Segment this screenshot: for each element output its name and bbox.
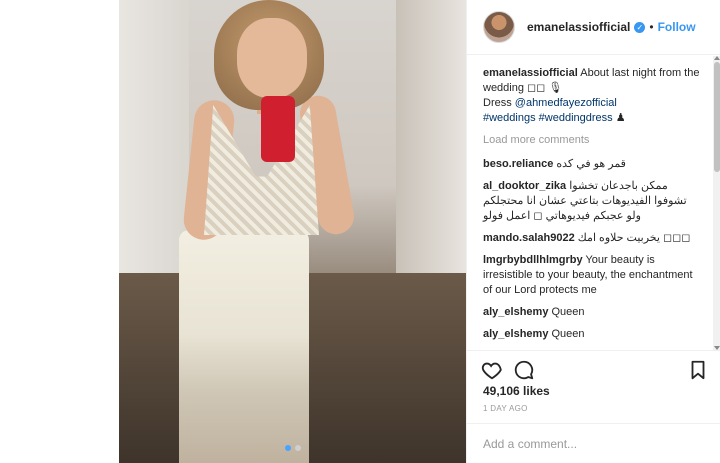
comments-list[interactable]: emanelassiofficial About last night from… <box>467 56 713 350</box>
scroll-up-arrow-icon[interactable] <box>714 56 720 60</box>
scrollbar-thumb[interactable] <box>714 62 720 172</box>
avatar[interactable] <box>483 11 515 43</box>
comment-text: Queen <box>551 306 585 318</box>
caption: emanelassiofficial About last night from… <box>483 66 703 126</box>
post-timestamp[interactable]: 1 DAY AGO <box>483 404 528 413</box>
add-comment-input[interactable] <box>483 437 703 451</box>
photo-phone <box>261 96 295 162</box>
comments-scrollbar[interactable] <box>713 56 720 350</box>
comment-text: يخربيت حلاوه امك ◻◻◻ <box>577 232 691 244</box>
comment-row: al_dooktor_zika ممكن باجدعان تخشوا تشوفو… <box>483 179 703 224</box>
comment-row: aly_elshemy Queen <box>483 305 703 320</box>
header-username[interactable]: emanelassiofficial <box>527 20 630 34</box>
comment-username[interactable]: aly_elshemy <box>483 306 548 318</box>
verified-badge-icon: ✓ <box>634 21 646 33</box>
comment-text: قمر هو في كده <box>556 158 626 170</box>
caption-dress-prefix: Dress <box>483 97 515 109</box>
add-comment-bar <box>467 423 720 463</box>
caption-emoji: ♟ <box>615 112 626 124</box>
caption-hashtags-link[interactable]: #weddings #weddingdress <box>483 112 613 124</box>
comment-username[interactable]: al_dooktor_zika <box>483 180 566 192</box>
comment-row: lmgrbybdllhlmgrby Your beauty is irresis… <box>483 253 703 298</box>
caption-username[interactable]: emanelassiofficial <box>483 67 578 79</box>
post-actions <box>467 350 720 386</box>
comment-row: mando.salah9022 يخربيت حلاوه امك ◻◻◻ <box>483 231 703 246</box>
photo-closet <box>396 0 466 300</box>
photo-face <box>237 18 307 98</box>
bookmark-icon[interactable] <box>687 359 709 381</box>
carousel-dot[interactable] <box>294 445 301 451</box>
carousel-dot-active[interactable] <box>284 445 291 451</box>
photo-dress-skirt <box>179 230 309 463</box>
load-more-comments-button[interactable]: Load more comments <box>483 133 703 148</box>
heart-icon[interactable] <box>481 359 503 381</box>
comment-username[interactable]: mando.salah9022 <box>483 232 575 244</box>
comment-username[interactable]: lmgrbybdllhlmgrby <box>483 254 583 266</box>
carousel-dots <box>284 445 301 451</box>
left-margin <box>0 0 119 463</box>
likes-count[interactable]: 49,106 likes <box>483 384 550 398</box>
caption-mention-link[interactable]: @ahmedfayezofficial <box>515 97 617 109</box>
post-header: emanelassiofficial ✓ • Follow <box>467 0 720 55</box>
comment-icon[interactable] <box>513 359 535 381</box>
comment-row: aly_elshemy Queen <box>483 327 703 342</box>
post-side-pane: emanelassiofficial ✓ • Follow emanelassi… <box>466 0 720 463</box>
post-photo[interactable] <box>119 0 466 463</box>
comment-row: beso.reliance قمر هو في كده <box>483 157 703 172</box>
header-separator: • <box>649 20 654 34</box>
follow-button[interactable]: Follow <box>658 20 696 34</box>
comment-username[interactable]: beso.reliance <box>483 158 553 170</box>
comment-username[interactable]: aly_elshemy <box>483 328 548 340</box>
comment-text: Queen <box>551 328 585 340</box>
